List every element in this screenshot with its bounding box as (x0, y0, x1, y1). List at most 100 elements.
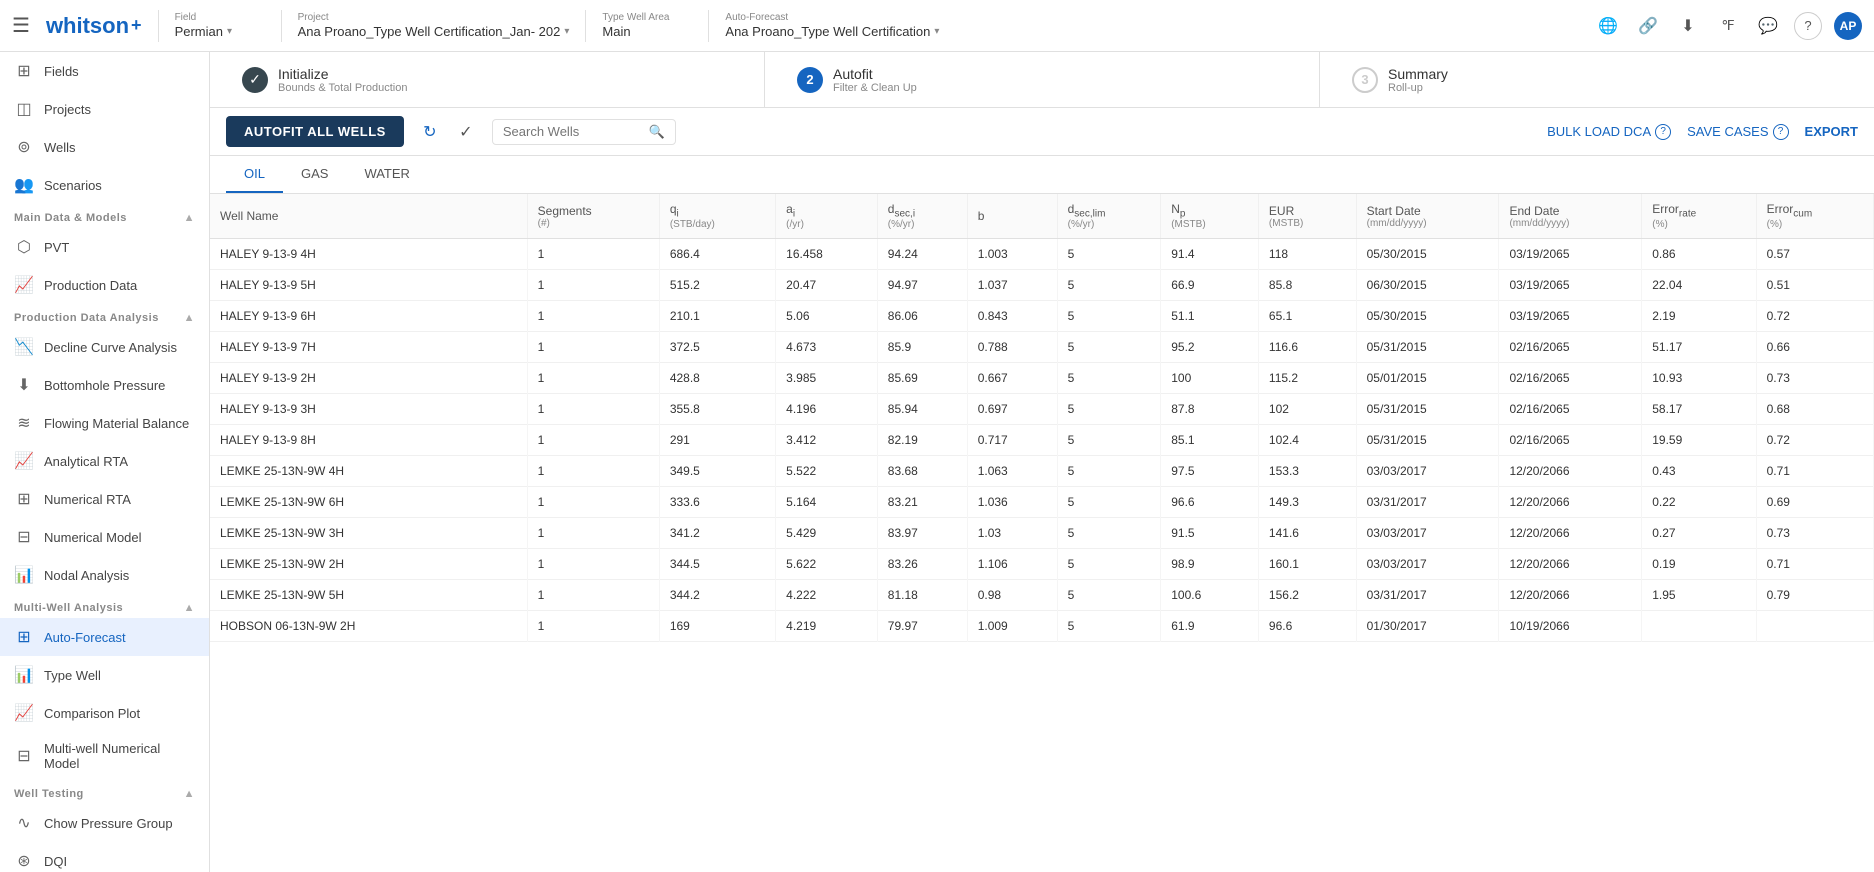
sidebar-item-wells[interactable]: ⊚ Wells (0, 128, 209, 166)
col-error-rate: Errorrate (%) (1642, 194, 1756, 239)
nav-divider-3 (585, 10, 586, 42)
table-row[interactable]: HALEY 9-13-9 2H1428.83.98585.690.6675100… (210, 363, 1874, 394)
table-cell: 83.26 (877, 549, 967, 580)
sidebar-item-type-well[interactable]: 📊 Type Well (0, 656, 209, 694)
toolbar: AUTOFIT ALL WELLS ↻ ✓ 🔍 BULK LOAD DCA ? … (210, 108, 1874, 156)
chat-icon[interactable]: 💬 (1754, 12, 1782, 40)
sidebar-item-numerical-rta[interactable]: ⊞ Numerical RTA (0, 480, 209, 518)
table-row[interactable]: LEMKE 25-13N-9W 2H1344.55.62283.261.1065… (210, 549, 1874, 580)
table-cell: 83.97 (877, 518, 967, 549)
table-row[interactable]: HALEY 9-13-9 7H1372.54.67385.90.788595.2… (210, 332, 1874, 363)
table-cell: 1 (527, 332, 659, 363)
col-start-date: Start Date (mm/dd/yyyy) (1356, 194, 1499, 239)
table-cell: 515.2 (659, 270, 775, 301)
table-row[interactable]: LEMKE 25-13N-9W 4H1349.55.52283.681.0635… (210, 456, 1874, 487)
table-cell: 12/20/2066 (1499, 580, 1642, 611)
sidebar-item-numerical-model[interactable]: ⊟ Numerical Model (0, 518, 209, 556)
col-qi: qi (STB/day) (659, 194, 775, 239)
table-cell: 1.106 (967, 549, 1057, 580)
refresh-icon[interactable]: ↻ (416, 118, 444, 146)
search-box[interactable]: 🔍 (492, 119, 676, 145)
bulk-load-dca-button[interactable]: BULK LOAD DCA ? (1547, 124, 1671, 140)
check-icon[interactable]: ✓ (452, 118, 480, 146)
auto-forecast-selector[interactable]: Auto-Forecast Ana Proano_Type Well Certi… (725, 12, 939, 39)
table-cell: 0.86 (1642, 239, 1756, 270)
table-cell: 0.697 (967, 394, 1057, 425)
bulk-load-help-icon[interactable]: ? (1655, 124, 1671, 140)
menu-toggle[interactable]: ☰ (12, 13, 30, 38)
sidebar-item-dqi[interactable]: ⊛ DQI (0, 842, 209, 872)
link-icon[interactable]: 🔗 (1634, 12, 1662, 40)
table-row[interactable]: LEMKE 25-13N-9W 3H1341.25.42983.971.0359… (210, 518, 1874, 549)
section4-collapse-icon[interactable]: ▲ (184, 788, 195, 800)
autofit-all-wells-button[interactable]: AUTOFIT ALL WELLS (226, 116, 404, 147)
table-cell: 5 (1057, 270, 1161, 301)
sidebar-item-comparison-plot[interactable]: 📈 Comparison Plot (0, 694, 209, 732)
field-selector[interactable]: Field Permian ▾ (175, 12, 265, 39)
help-icon[interactable]: ? (1794, 12, 1822, 40)
table-row[interactable]: HALEY 9-13-9 4H1686.416.45894.241.003591… (210, 239, 1874, 270)
sidebar-item-label: Numerical Model (44, 530, 142, 545)
tab-gas[interactable]: GAS (283, 156, 346, 193)
table-row[interactable]: LEMKE 25-13N-9W 6H1333.65.16483.211.0365… (210, 487, 1874, 518)
table-cell (1642, 611, 1756, 642)
sidebar-item-label: Scenarios (44, 178, 102, 193)
sidebar-item-auto-forecast[interactable]: ⊞ Auto-Forecast (0, 618, 209, 656)
section3-collapse-icon[interactable]: ▲ (184, 602, 195, 614)
sidebar-item-label: DQI (44, 854, 67, 869)
save-cases-help-icon[interactable]: ? (1773, 124, 1789, 140)
user-avatar[interactable]: AP (1834, 12, 1862, 40)
tab-oil[interactable]: OIL (226, 156, 283, 193)
sidebar-item-label: Bottomhole Pressure (44, 378, 165, 393)
table-row[interactable]: LEMKE 25-13N-9W 5H1344.24.22281.180.9851… (210, 580, 1874, 611)
sidebar-item-scenarios[interactable]: 👥 Scenarios (0, 166, 209, 204)
sidebar-item-flowing-material[interactable]: ≋ Flowing Material Balance (0, 404, 209, 442)
sidebar-item-label: Type Well (44, 668, 101, 683)
sidebar-item-fields[interactable]: ⊞ Fields (0, 52, 209, 90)
sidebar-item-production-data[interactable]: 📈 Production Data (0, 266, 209, 304)
table-cell: 5.429 (776, 518, 878, 549)
save-cases-button[interactable]: SAVE CASES ? (1687, 124, 1788, 140)
table-cell: 5 (1057, 611, 1161, 642)
step-initialize[interactable]: ✓ Initialize Bounds & Total Production (210, 52, 765, 107)
sidebar-item-decline-curve[interactable]: 📉 Decline Curve Analysis (0, 328, 209, 366)
table-cell: 1 (527, 487, 659, 518)
search-input[interactable] (503, 124, 643, 139)
sidebar-item-label: Multi-well Numerical Model (44, 741, 195, 771)
step-autofit[interactable]: 2 Autofit Filter & Clean Up (765, 52, 1320, 107)
table-row[interactable]: HOBSON 06-13N-9W 2H11694.21979.971.00956… (210, 611, 1874, 642)
section-collapse-icon[interactable]: ▲ (184, 212, 195, 224)
table-cell: 0.717 (967, 425, 1057, 456)
export-button[interactable]: EXPORT (1805, 124, 1858, 139)
table-cell: 01/30/2017 (1356, 611, 1499, 642)
type-well-area-selector[interactable]: Type Well Area Main (602, 12, 692, 39)
project-selector[interactable]: Project Ana Proano_Type Well Certificati… (298, 12, 570, 39)
table-cell: 91.5 (1161, 518, 1259, 549)
table-cell: 02/16/2065 (1499, 394, 1642, 425)
table-cell: 5.06 (776, 301, 878, 332)
globe-icon[interactable]: 🌐 (1594, 12, 1622, 40)
sidebar-item-nodal-analysis[interactable]: 📊 Nodal Analysis (0, 556, 209, 594)
table-cell: 05/31/2015 (1356, 394, 1499, 425)
table-row[interactable]: HALEY 9-13-9 5H1515.220.4794.971.037566.… (210, 270, 1874, 301)
table-cell: 03/19/2065 (1499, 301, 1642, 332)
sidebar-item-multi-numerical-model[interactable]: ⊟ Multi-well Numerical Model (0, 732, 209, 780)
sidebar-item-pvt[interactable]: ⬡ PVT (0, 228, 209, 266)
table-row[interactable]: HALEY 9-13-9 3H1355.84.19685.940.697587.… (210, 394, 1874, 425)
nav-divider-2 (281, 10, 282, 42)
sidebar-item-bottomhole[interactable]: ⬇ Bottomhole Pressure (0, 366, 209, 404)
sidebar-item-analytical-rta[interactable]: 📈 Analytical RTA (0, 442, 209, 480)
download-icon[interactable]: ⬇ (1674, 12, 1702, 40)
table-cell: 118 (1258, 239, 1356, 270)
step-summary[interactable]: 3 Summary Roll-up (1320, 52, 1874, 107)
sidebar-item-chow-pressure[interactable]: ∿ Chow Pressure Group (0, 804, 209, 842)
table-cell: 0.19 (1642, 549, 1756, 580)
section2-collapse-icon[interactable]: ▲ (184, 312, 195, 324)
table-row[interactable]: HALEY 9-13-9 6H1210.15.0686.060.843551.1… (210, 301, 1874, 332)
sidebar-item-projects[interactable]: ◫ Projects (0, 90, 209, 128)
table-cell: 03/03/2017 (1356, 456, 1499, 487)
table-cell: 1 (527, 425, 659, 456)
tab-water[interactable]: WATER (346, 156, 428, 193)
table-row[interactable]: HALEY 9-13-9 8H12913.41282.190.717585.11… (210, 425, 1874, 456)
temperature-icon[interactable]: ℉ (1714, 12, 1742, 40)
